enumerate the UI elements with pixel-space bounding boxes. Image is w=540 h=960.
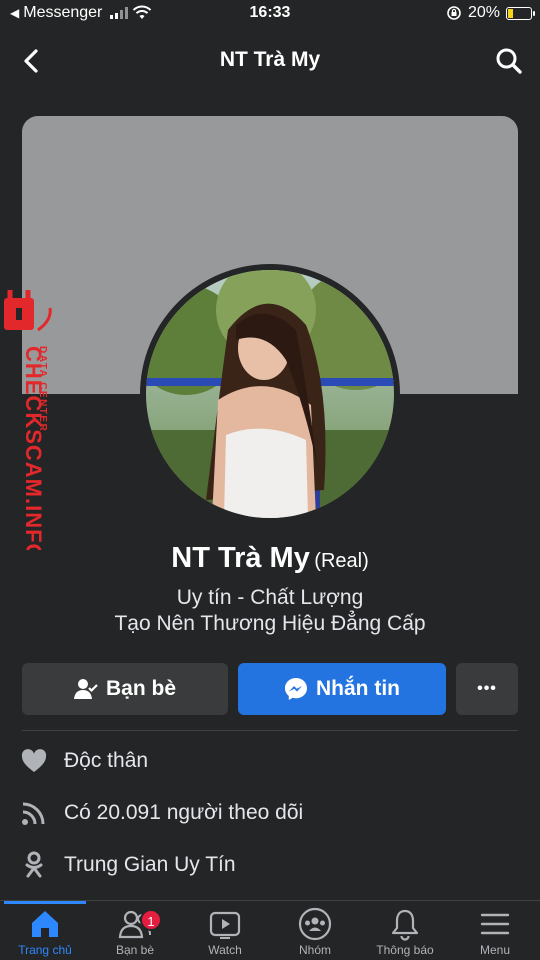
watermark-sub: DATA CENTER bbox=[37, 346, 48, 432]
nav-friends-label: Bạn bè bbox=[115, 943, 155, 957]
divider bbox=[22, 730, 518, 731]
nav-home-label: Trang chủ bbox=[18, 943, 72, 957]
nav-notifications-label: Thông báo bbox=[376, 943, 434, 957]
heart-icon bbox=[21, 749, 47, 772]
page-title: NT Trà My bbox=[219, 48, 321, 71]
more-options-button[interactable]: ••• bbox=[456, 663, 518, 715]
nav-friends[interactable]: Bạn bè 1 bbox=[90, 907, 180, 957]
nav-watch[interactable]: Watch bbox=[180, 907, 270, 957]
rss-followers-icon bbox=[22, 802, 45, 825]
battery-charging-icon bbox=[506, 6, 535, 20]
bell-icon bbox=[391, 909, 419, 941]
odnoklassniki-icon bbox=[25, 851, 43, 878]
message-button[interactable]: Nhắn tin bbox=[238, 663, 446, 715]
bio-line-2: Tạo Nên Thương Hiệu Đẳng Cấp bbox=[114, 612, 426, 635]
message-button-label: Nhắn tin bbox=[316, 677, 400, 700]
friends-notification-badge: 1 bbox=[140, 909, 162, 931]
more-options-icon: ••• bbox=[477, 680, 497, 697]
followers-text: Có 20.091 người theo dõi bbox=[64, 801, 304, 824]
menu-icon bbox=[480, 913, 510, 935]
friends-button[interactable]: Bạn bè bbox=[22, 663, 228, 715]
groups-icon bbox=[298, 907, 332, 941]
friends-button-label: Bạn bè bbox=[105, 677, 176, 700]
nav-notifications[interactable]: Thông báo bbox=[360, 907, 450, 957]
status-right: 20% bbox=[446, 4, 535, 22]
profile-name: NT Trà My (Real) bbox=[0, 542, 540, 575]
friend-check-icon bbox=[73, 679, 98, 699]
info-followers[interactable]: Có 20.091 người theo dõi bbox=[20, 796, 303, 830]
top-header: NT Trà My bbox=[0, 36, 540, 86]
home-icon bbox=[32, 911, 58, 937]
nav-groups-label: Nhóm bbox=[298, 943, 331, 957]
bottom-navigation: Trang chủ Bạn bè 1 Watch Nhóm Thông báo … bbox=[0, 900, 540, 960]
messenger-icon bbox=[285, 678, 307, 700]
profile-name-text: NT Trà My bbox=[171, 542, 310, 574]
nav-menu-label: Menu bbox=[479, 943, 511, 957]
battery-percent: 20% bbox=[467, 4, 500, 21]
info-relationship: Độc thân bbox=[20, 744, 148, 778]
search-icon[interactable] bbox=[494, 46, 524, 76]
info-other: Trung Gian Uy Tín bbox=[20, 848, 236, 882]
lock-rotation-icon bbox=[447, 6, 461, 20]
nav-menu[interactable]: Menu bbox=[450, 907, 540, 957]
relationship-text: Độc thân bbox=[64, 749, 149, 772]
nav-watch-label: Watch bbox=[208, 943, 242, 957]
nav-home[interactable]: Trang chủ bbox=[0, 907, 90, 957]
profile-name-tag: (Real) bbox=[314, 550, 369, 572]
nav-groups[interactable]: Nhóm bbox=[270, 907, 360, 957]
profile-picture[interactable] bbox=[146, 270, 394, 518]
active-tab-indicator bbox=[4, 901, 86, 904]
watermark-logo: CHECKSCAM.INFO DATA CENTER bbox=[2, 280, 58, 562]
watch-icon bbox=[209, 911, 241, 939]
status-bar: ◀ Messenger 16:33 20% bbox=[0, 0, 540, 30]
bio-line-1: Uy tín - Chất Lượng bbox=[176, 586, 364, 609]
other-info-text: Trung Gian Uy Tín bbox=[64, 853, 236, 876]
